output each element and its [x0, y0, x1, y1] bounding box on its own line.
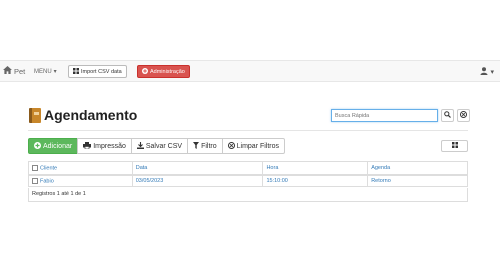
- grid-icon: [73, 67, 79, 76]
- table-row[interactable]: Fabio 03/05/2023 15:10:00 Retorno: [29, 174, 468, 187]
- column-header-label: Cliente: [40, 164, 58, 171]
- grid-icon: [451, 142, 458, 150]
- column-header-data[interactable]: Data: [131, 161, 263, 176]
- main-menu-dropdown[interactable]: MENU ▾: [34, 68, 57, 76]
- appointments-table: Cliente Data Hora Agenda Fabio 03/05/202…: [28, 161, 468, 187]
- column-header-agenda[interactable]: Agenda: [367, 161, 468, 176]
- administration-button[interactable]: Administração: [137, 65, 190, 78]
- download-icon: [136, 141, 144, 151]
- page-title: Agendamento: [44, 107, 138, 123]
- cell-agenda[interactable]: Retorno: [367, 174, 468, 187]
- user-menu-dropdown[interactable]: ▾: [480, 67, 494, 77]
- column-header-hora[interactable]: Hora: [262, 161, 368, 176]
- save-csv-button[interactable]: Salvar CSV: [130, 138, 189, 154]
- add-label: Adicionar: [43, 142, 73, 150]
- cell-hora[interactable]: 15:10:00: [262, 174, 368, 187]
- table-footer-record-count: Registros 1 até 1 de 1: [28, 188, 468, 202]
- cell-cliente[interactable]: Fabio: [29, 175, 133, 187]
- search-button[interactable]: [441, 109, 454, 122]
- add-button[interactable]: Adicionar: [28, 138, 79, 154]
- column-header-cliente[interactable]: Cliente: [28, 161, 133, 176]
- clear-filters-button[interactable]: Limpar Filtros: [221, 138, 286, 154]
- address-book-icon: [29, 107, 41, 123]
- top-navbar: Pet MENU ▾ Import CSV data Administração…: [0, 60, 500, 82]
- search-input[interactable]: [331, 109, 438, 122]
- search-icon: [444, 111, 451, 120]
- columns-toggle-button[interactable]: [441, 140, 468, 152]
- print-button[interactable]: Impressão: [77, 138, 132, 154]
- header-divider: [28, 130, 468, 131]
- remove-circle-icon: [227, 141, 235, 151]
- page-header: Agendamento: [29, 107, 137, 123]
- home-link[interactable]: Pet: [3, 66, 25, 76]
- clear-filters-label: Limpar Filtros: [236, 142, 280, 150]
- print-label: Impressão: [93, 142, 126, 150]
- clear-search-button[interactable]: [457, 109, 470, 122]
- quick-search: [331, 109, 470, 122]
- filter-label: Filtro: [201, 142, 217, 150]
- plus-circle-icon: [142, 67, 148, 76]
- cell-data[interactable]: 03/05/2023: [131, 174, 263, 187]
- select-all-checkbox[interactable]: [32, 164, 38, 171]
- caret-down-icon: ▾: [53, 69, 57, 75]
- import-csv-button[interactable]: Import CSV data: [68, 65, 127, 78]
- cell-cliente-text: Fabio: [40, 177, 54, 184]
- action-toolbar: Adicionar Impressão Salvar CSV Filtro Li…: [28, 138, 286, 154]
- import-csv-label: Import CSV data: [81, 68, 122, 75]
- brand-label: Pet: [14, 66, 26, 76]
- remove-circle-icon: [460, 111, 467, 120]
- home-icon: [3, 66, 12, 76]
- caret-down-icon: ▾: [490, 69, 494, 76]
- row-checkbox[interactable]: [32, 177, 38, 184]
- administration-label: Administração: [150, 68, 185, 75]
- menu-label: MENU: [34, 68, 52, 75]
- plus-circle-icon: [34, 141, 41, 151]
- print-icon: [83, 141, 92, 151]
- save-csv-label: Salvar CSV: [145, 142, 183, 150]
- filter-icon: [193, 141, 200, 151]
- filter-button[interactable]: Filtro: [187, 138, 223, 154]
- user-icon: [480, 67, 488, 77]
- table-header-row: Cliente Data Hora Agenda: [28, 161, 468, 176]
